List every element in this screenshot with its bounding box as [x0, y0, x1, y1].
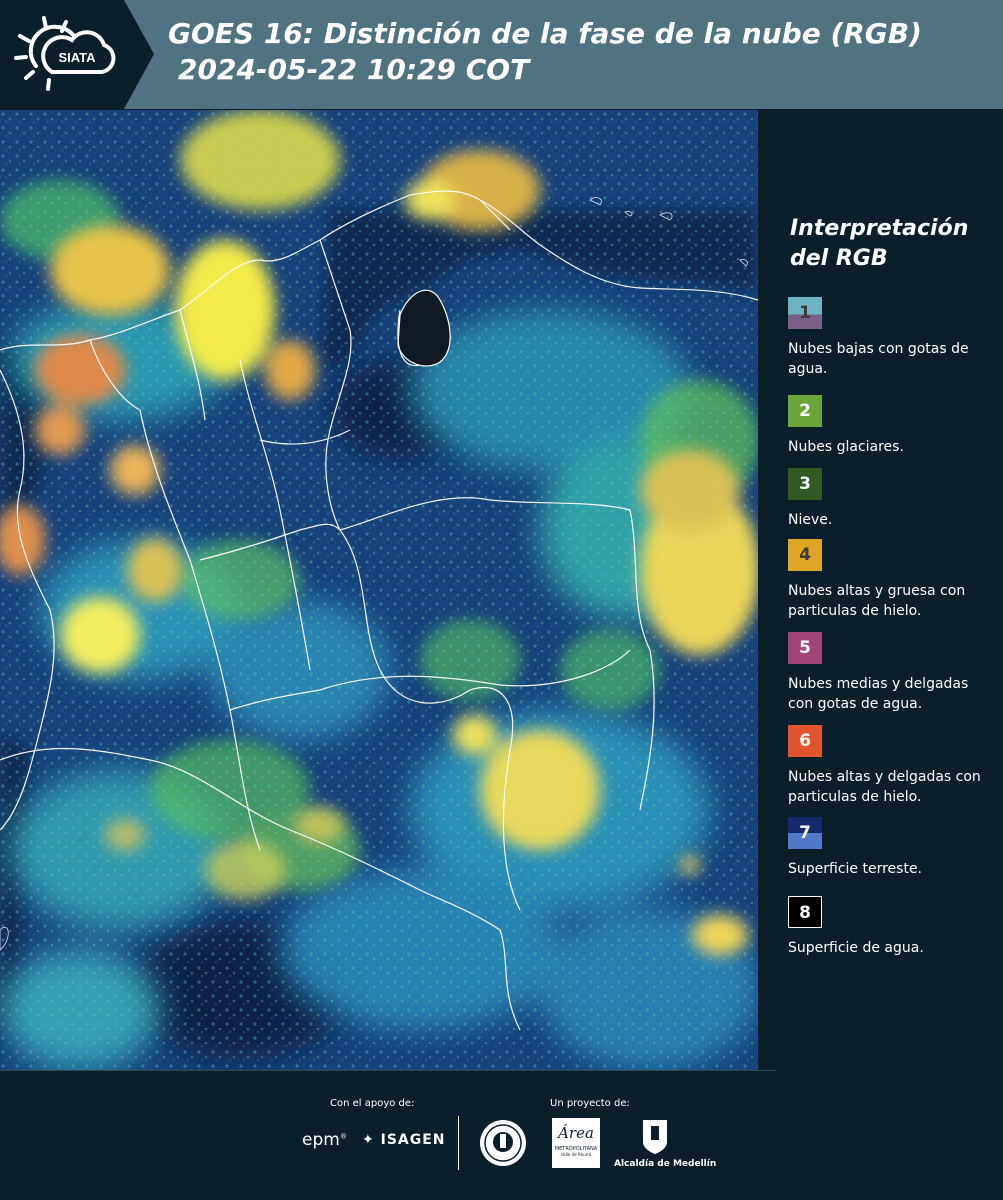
legend-label: Superficie de agua. [788, 940, 924, 956]
footer: Con el apoyo de: Un proyecto de: epm® ✦ … [0, 1070, 1003, 1200]
legend-title: Interpretación del RGB [790, 214, 1003, 274]
title-line-1: GOES 16: Distinción de la fase de la nub… [168, 17, 922, 50]
epm-text: epm [302, 1130, 340, 1150]
legend-number: 6 [799, 731, 811, 751]
header: SIATA GOES 16: Distinción de la fase de … [0, 0, 1003, 109]
alcaldia-text: Alcaldía de Medellín [614, 1159, 717, 1169]
medellin-shield-icon [641, 1118, 669, 1156]
isagen-text: ISAGEN [380, 1132, 446, 1148]
legend-item-1: 1 Nubes bajas con gotas de agua. [788, 297, 988, 379]
legend-item-7: 7 Superficie terreste. [788, 817, 988, 879]
footer-separator [0, 1070, 776, 1071]
satellite-map [0, 110, 758, 1070]
logo-text: SIATA [58, 50, 96, 65]
area-subtitle-2: Valle de Aburrá [560, 1152, 592, 1157]
legend-item-4: 4 Nubes altas y gruesa con particulas de … [788, 539, 988, 621]
legend-number: 2 [799, 401, 811, 421]
legend-label: Nieve. [788, 512, 833, 528]
legend-swatch-3: 3 [788, 468, 822, 500]
legend-title-line-2: del RGB [790, 246, 888, 271]
university-seal-icon [478, 1118, 528, 1168]
legend-label: Nubes medias y delgadas con gotas de agu… [788, 676, 969, 712]
isagen-icon: ✦ [362, 1132, 375, 1148]
legend-title-line-1: Interpretación [790, 216, 969, 241]
title-line-2: 2024-05-22 10:29 COT [178, 53, 530, 86]
legend-label: Nubes altas y delgadas con particulas de… [788, 769, 981, 805]
legend-label: Nubes altas y gruesa con particulas de h… [788, 583, 966, 619]
legend-number: 7 [799, 823, 811, 843]
legend-swatch-5: 5 [788, 632, 822, 664]
legend-number: 1 [799, 303, 811, 323]
legend-swatch-7: 7 [788, 817, 822, 849]
legend-item-6: 6 Nubes altas y delgadas con particulas d… [788, 725, 988, 807]
sun-cloud-icon: SIATA [14, 16, 116, 91]
legend-label: Nubes bajas con gotas de agua. [788, 341, 969, 377]
legend-swatch-4: 4 [788, 539, 822, 571]
legend-swatch-8: 8 [788, 896, 822, 928]
legend-label: Nubes glaciares. [788, 439, 904, 455]
legend-swatch-1: 1 [788, 297, 822, 329]
footer-divider [458, 1116, 459, 1170]
legend-swatch-2: 2 [788, 395, 822, 427]
epm-logo: epm® [302, 1130, 347, 1150]
support-label: Con el apoyo de: [330, 1098, 415, 1109]
satellite-image [0, 110, 758, 1070]
legend-number: 5 [799, 638, 811, 658]
legend-item-5: 5 Nubes medias y delgadas con gotas de ag… [788, 632, 988, 714]
legend-number: 3 [799, 474, 811, 494]
legend-item-3: 3 Nieve. [788, 468, 988, 530]
page-title: GOES 16: Distinción de la fase de la nub… [168, 16, 922, 88]
legend-swatch-6: 6 [788, 725, 822, 757]
project-label: Un proyecto de: [550, 1098, 630, 1109]
legend-item-8: 8 Superficie de agua. [788, 896, 988, 958]
area-text: Área [558, 1124, 594, 1142]
area-metropolitana-logo: Área METROPOLITANA Valle de Aburrá [552, 1118, 600, 1168]
legend-item-2: 2 Nubes glaciares. [788, 395, 988, 457]
legend-number: 4 [799, 545, 811, 565]
legend-panel: Interpretación del RGB [776, 214, 1003, 288]
legend-label: Superficie terreste. [788, 861, 923, 877]
isagen-logo: ✦ ISAGEN [362, 1132, 446, 1148]
siata-logo: SIATA [14, 14, 124, 94]
legend-number: 8 [799, 903, 811, 923]
header-arrow [124, 0, 154, 109]
